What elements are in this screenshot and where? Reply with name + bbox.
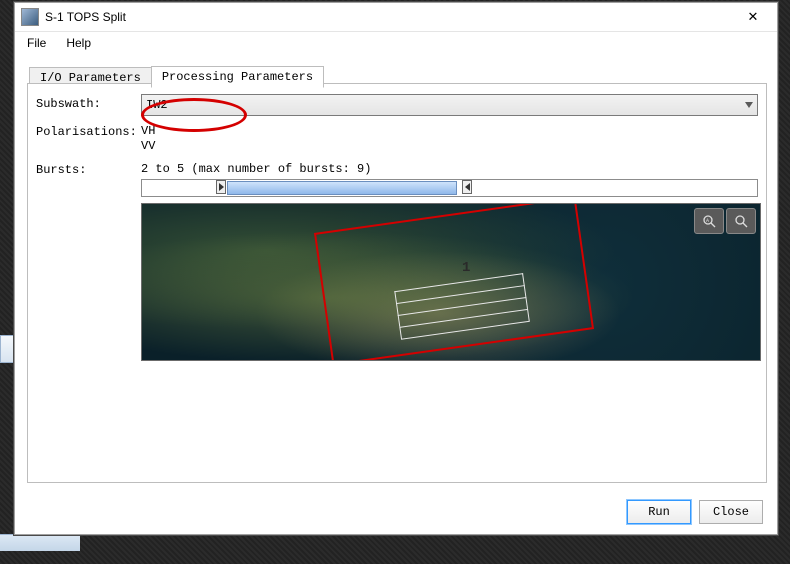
map-zoom-reset-button[interactable]: A (694, 208, 724, 234)
menu-bar: File Help (15, 32, 777, 54)
label-polarisations: Polarisations: (36, 122, 141, 139)
polarisation-option[interactable]: VV (141, 139, 155, 154)
label-bursts: Bursts: (36, 160, 141, 177)
triangle-left-icon (465, 183, 470, 191)
tab-processing-parameters[interactable]: Processing Parameters (151, 66, 324, 88)
map-preview[interactable]: 1 A (141, 203, 761, 361)
label-subswath: Subswath: (36, 94, 141, 111)
processing-form: Subswath: IW2 Polarisations: VH VV Burst… (28, 84, 766, 371)
content-panel: Subswath: IW2 Polarisations: VH VV Burst… (27, 83, 767, 483)
dialog-window: S-1 TOPS Split File Help I/O Parameters … (14, 2, 778, 535)
map-zoom-button[interactable] (726, 208, 756, 234)
magnifier-icon (734, 214, 748, 228)
menu-file[interactable]: File (17, 32, 56, 54)
polarisation-option[interactable]: VH (141, 124, 155, 139)
row-subswath: Subswath: IW2 (36, 94, 758, 116)
dialog-footer: Run Close (627, 500, 763, 524)
menu-help[interactable]: Help (56, 32, 101, 54)
close-window-button[interactable] (733, 4, 773, 30)
polarisations-list[interactable]: VH VV (141, 122, 155, 154)
bursts-slider-handle-right[interactable] (462, 180, 472, 194)
bursts-slider[interactable] (141, 179, 758, 197)
bursts-slider-handle-left[interactable] (216, 180, 226, 194)
chevron-down-icon (745, 102, 753, 108)
row-polarisations: Polarisations: VH VV (36, 122, 758, 154)
app-icon (21, 8, 39, 26)
subswath-value: IW2 (146, 98, 168, 112)
target-icon: A (702, 214, 716, 228)
title-bar: S-1 TOPS Split (15, 3, 777, 32)
subswath-combo[interactable]: IW2 (141, 94, 758, 116)
svg-text:A: A (706, 218, 709, 224)
row-bursts: Bursts: 2 to 5 (max number of bursts: 9) (36, 160, 758, 177)
background-taskbar-fragment (0, 534, 80, 551)
close-icon (748, 9, 759, 25)
map-toolbar: A (694, 208, 756, 234)
triangle-right-icon (219, 183, 224, 191)
window-title: S-1 TOPS Split (45, 10, 733, 24)
bursts-slider-track (227, 181, 457, 195)
map-overlay-number: 1 (462, 260, 470, 276)
bursts-range-text: 2 to 5 (max number of bursts: 9) (141, 160, 371, 176)
close-button[interactable]: Close (699, 500, 763, 524)
run-button[interactable]: Run (627, 500, 691, 524)
